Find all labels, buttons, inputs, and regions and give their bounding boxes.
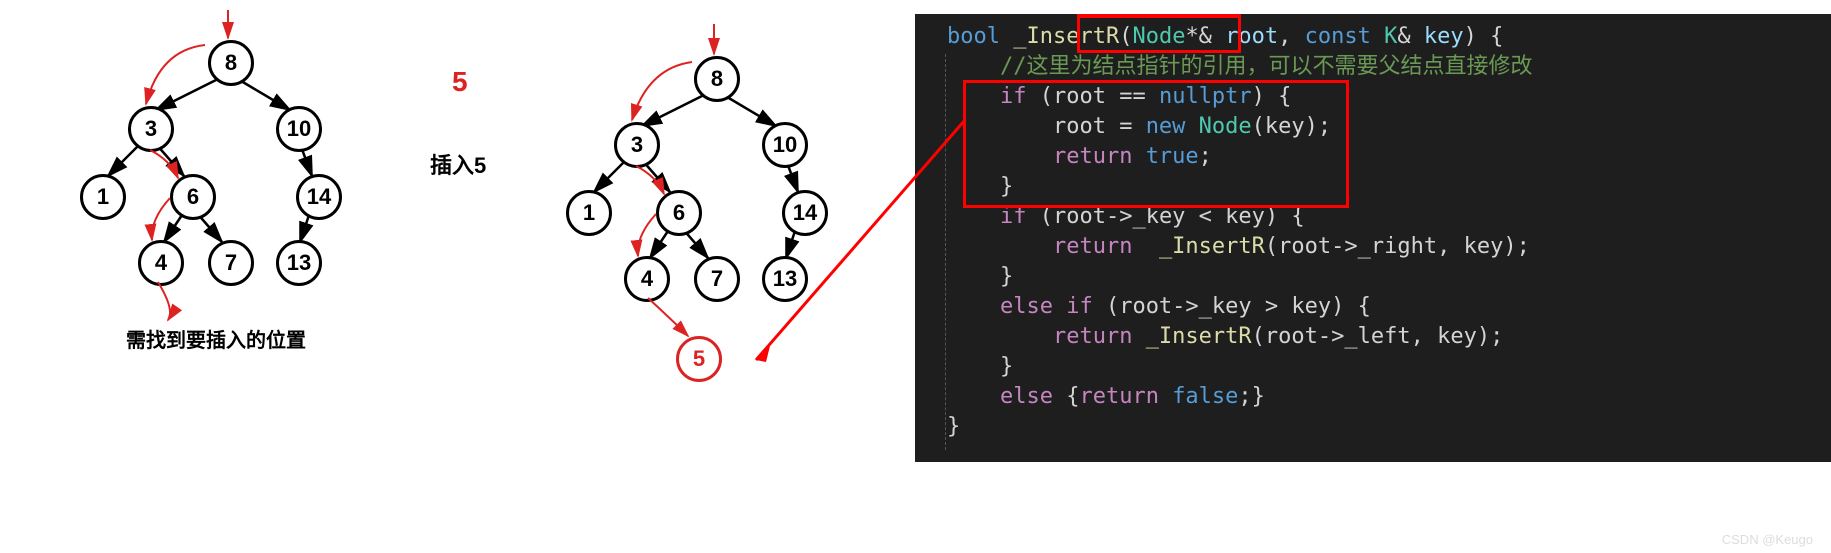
t1-node-6: 6	[170, 174, 216, 220]
t2-node-5-inserted: 5	[676, 336, 722, 382]
t2-node-3: 3	[614, 122, 660, 168]
watermark: CSDN @Keugo	[1722, 532, 1813, 547]
t2-node-13: 13	[762, 256, 808, 302]
code-line-11: return _InsertR(root->_left, key);	[915, 322, 1831, 352]
code-line-2: //这里为结点指针的引用，可以不需要父结点直接修改	[915, 52, 1831, 82]
t2-node-1: 1	[566, 190, 612, 236]
insert-action-label: 插入5	[430, 148, 486, 180]
t1-node-14: 14	[296, 174, 342, 220]
code-line-8: return _InsertR(root->_right, key);	[915, 232, 1831, 262]
code-line-9: }	[915, 262, 1831, 292]
code-line-10: else if (root->_key > key) {	[915, 292, 1831, 322]
t1-node-3: 3	[128, 106, 174, 152]
code-line-1: bool _InsertR(Node*& root, const K& key)…	[915, 22, 1831, 52]
t1-node-13: 13	[276, 240, 322, 286]
t2-node-4: 4	[624, 256, 670, 302]
code-line-3: if (root == nullptr) {	[915, 82, 1831, 112]
code-line-12: }	[915, 352, 1831, 382]
t1-node-7: 7	[208, 240, 254, 286]
t2-node-8: 8	[694, 56, 740, 102]
t2-node-10: 10	[762, 122, 808, 168]
code-line-6: }	[915, 172, 1831, 202]
t1-node-1: 1	[80, 174, 126, 220]
insert-value-label: 5	[452, 66, 468, 98]
code-line-13: else {return false;}	[915, 382, 1831, 412]
code-line-14: }	[915, 412, 1831, 442]
t1-node-8: 8	[208, 40, 254, 86]
t1-node-10: 10	[276, 106, 322, 152]
code-line-4: root = new Node(key);	[915, 112, 1831, 142]
t2-node-6: 6	[656, 190, 702, 236]
t1-node-4: 4	[138, 240, 184, 286]
t2-node-7: 7	[694, 256, 740, 302]
canvas: 8 3 10 1 6 14 4 7 13 8 3 10 1 6 14 4 7 1…	[0, 0, 1831, 553]
code-line-5: return true;	[915, 142, 1831, 172]
find-position-label: 需找到要插入的位置	[126, 324, 306, 353]
code-line-7: if (root->_key < key) {	[915, 202, 1831, 232]
code-block: bool _InsertR(Node*& root, const K& key)…	[915, 14, 1831, 462]
t2-node-14: 14	[782, 190, 828, 236]
